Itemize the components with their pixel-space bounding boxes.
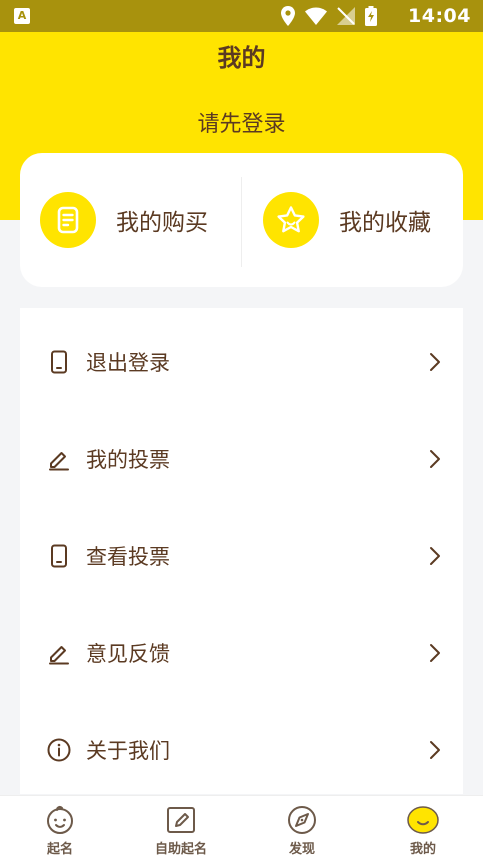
tab-label: 自助起名 xyxy=(154,842,207,857)
pencil-icon xyxy=(47,641,71,665)
tab-mine[interactable]: 我的 xyxy=(373,796,473,860)
chevron-right-icon xyxy=(430,643,440,662)
baby-face-icon xyxy=(47,805,73,834)
status-bar: A 14:04 xyxy=(0,0,483,32)
menu-item-logout[interactable]: 退出登录 xyxy=(20,313,463,410)
bottom-tab-bar: 起名 自助起名 发现 我的 xyxy=(0,795,483,860)
tab-label: 起名 xyxy=(46,842,73,857)
battery-charging-icon xyxy=(365,6,377,26)
menu-item-my-votes[interactable]: 我的投票 xyxy=(20,410,463,507)
my-purchases-button[interactable]: 我的购买 xyxy=(40,153,240,287)
page-title: 我的 xyxy=(217,44,266,72)
location-icon xyxy=(281,6,295,26)
settings-menu: 退出登录 我的投票 查看投票 意见反馈 关于我们 xyxy=(20,308,463,794)
chevron-right-icon xyxy=(430,352,440,371)
edit-box-icon xyxy=(167,807,195,833)
chevron-right-icon xyxy=(430,740,440,759)
app-notification-icon: A xyxy=(14,8,30,24)
login-prompt-link[interactable]: 请先登录 xyxy=(0,106,483,138)
my-favorites-button[interactable]: 我的收藏 xyxy=(263,153,463,287)
compass-icon xyxy=(288,806,316,834)
menu-item-label: 关于我们 xyxy=(86,738,170,763)
receipt-icon xyxy=(40,192,96,248)
smiley-icon xyxy=(407,806,439,834)
menu-item-label: 意见反馈 xyxy=(86,641,170,666)
status-time: 14:04 xyxy=(408,5,471,27)
tab-discover[interactable]: 发现 xyxy=(252,796,352,860)
tab-label: 我的 xyxy=(409,842,436,857)
quick-actions-card: 我的购买 我的收藏 xyxy=(20,153,463,287)
tab-label: 发现 xyxy=(288,842,315,857)
info-icon xyxy=(47,738,71,762)
tab-self-naming[interactable]: 自助起名 xyxy=(131,796,231,860)
chevron-right-icon xyxy=(430,449,440,468)
phone-icon xyxy=(47,350,71,374)
signal-off-icon xyxy=(337,7,355,25)
phone-icon xyxy=(47,544,71,568)
menu-item-about-us[interactable]: 关于我们 xyxy=(20,701,463,798)
menu-item-label: 退出登录 xyxy=(86,350,170,375)
menu-item-view-votes[interactable]: 查看投票 xyxy=(20,507,463,604)
chevron-right-icon xyxy=(430,546,440,565)
pencil-icon xyxy=(47,447,71,471)
card-divider xyxy=(241,177,242,267)
menu-item-label: 查看投票 xyxy=(86,544,170,569)
menu-item-label: 我的投票 xyxy=(86,447,170,472)
wifi-icon xyxy=(305,7,327,25)
tab-naming[interactable]: 起名 xyxy=(10,796,110,860)
my-favorites-label: 我的收藏 xyxy=(339,210,431,236)
menu-item-feedback[interactable]: 意见反馈 xyxy=(20,604,463,701)
star-icon xyxy=(263,192,319,248)
my-purchases-label: 我的购买 xyxy=(116,210,208,236)
